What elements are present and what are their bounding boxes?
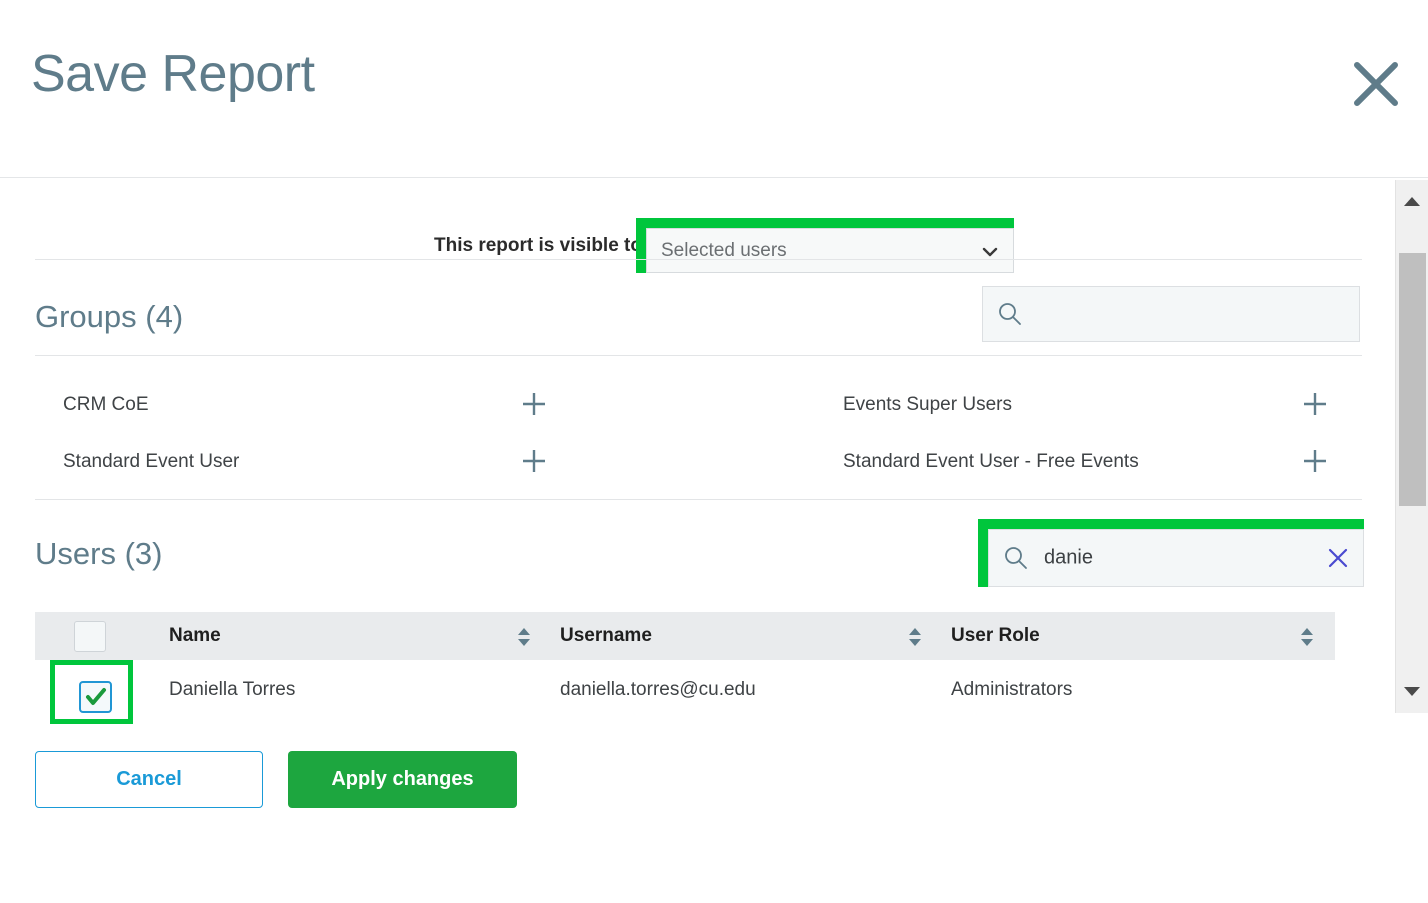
close-icon[interactable] — [1327, 547, 1349, 569]
plus-icon[interactable] — [1300, 389, 1330, 419]
separator-users — [35, 499, 1362, 500]
apply-changes-button[interactable]: Apply changes — [288, 751, 517, 808]
close-icon[interactable] — [1348, 56, 1404, 112]
search-icon — [1003, 545, 1029, 571]
vertical-scrollbar[interactable] — [1395, 180, 1428, 713]
table-row: daniella.torres@cu.edu — [560, 679, 756, 700]
group-item-label: Standard Event User — [63, 451, 240, 472]
separator-groups — [35, 355, 1362, 356]
users-heading: Users (3) — [35, 536, 163, 571]
table-row: Administrators — [951, 679, 1073, 700]
plus-icon[interactable] — [519, 389, 549, 419]
row-checkbox-highlight — [50, 660, 133, 724]
visibility-row: This report is visible to Selected users — [0, 201, 1394, 273]
cancel-button[interactable]: Cancel — [35, 751, 263, 808]
modal-body: This report is visible to Selected users… — [0, 179, 1394, 903]
table-row-checkbox[interactable] — [79, 681, 112, 713]
users-search-input[interactable]: danie — [988, 529, 1364, 587]
visibility-select[interactable]: Selected users — [646, 228, 1014, 273]
sort-diamond-icon[interactable] — [907, 627, 923, 647]
check-icon — [84, 685, 108, 709]
separator-visibility — [35, 259, 1362, 260]
group-item-label: Events Super Users — [843, 394, 1012, 415]
groups-heading: Groups (4) — [35, 299, 184, 334]
users-search-value: danie — [1044, 546, 1093, 569]
column-header-username: Username — [560, 625, 652, 646]
users-table-header: Name Username User Role — [35, 612, 1335, 660]
users-search-highlight: danie — [978, 519, 1364, 587]
modal-header: Save Report — [0, 0, 1428, 178]
table-row: Daniella Torres — [169, 679, 296, 700]
groups-search-input[interactable] — [982, 286, 1360, 342]
triangle-down-icon[interactable] — [1396, 675, 1428, 707]
plus-icon[interactable] — [519, 446, 549, 476]
group-item-label: Standard Event User - Free Events — [843, 451, 1139, 472]
search-icon — [997, 301, 1023, 327]
visibility-select-highlight: Selected users — [636, 218, 1014, 273]
scrollbar-thumb[interactable] — [1399, 253, 1426, 506]
plus-icon[interactable] — [1300, 446, 1330, 476]
visibility-label: This report is visible to — [434, 235, 642, 256]
column-header-name: Name — [169, 625, 221, 646]
select-all-checkbox[interactable] — [74, 621, 106, 652]
sort-diamond-icon[interactable] — [516, 627, 532, 647]
column-header-user-role: User Role — [951, 625, 1040, 646]
triangle-up-icon[interactable] — [1396, 186, 1428, 218]
sort-diamond-icon[interactable] — [1299, 627, 1315, 647]
group-item-label: CRM CoE — [63, 394, 149, 415]
page-title: Save Report — [31, 45, 315, 103]
